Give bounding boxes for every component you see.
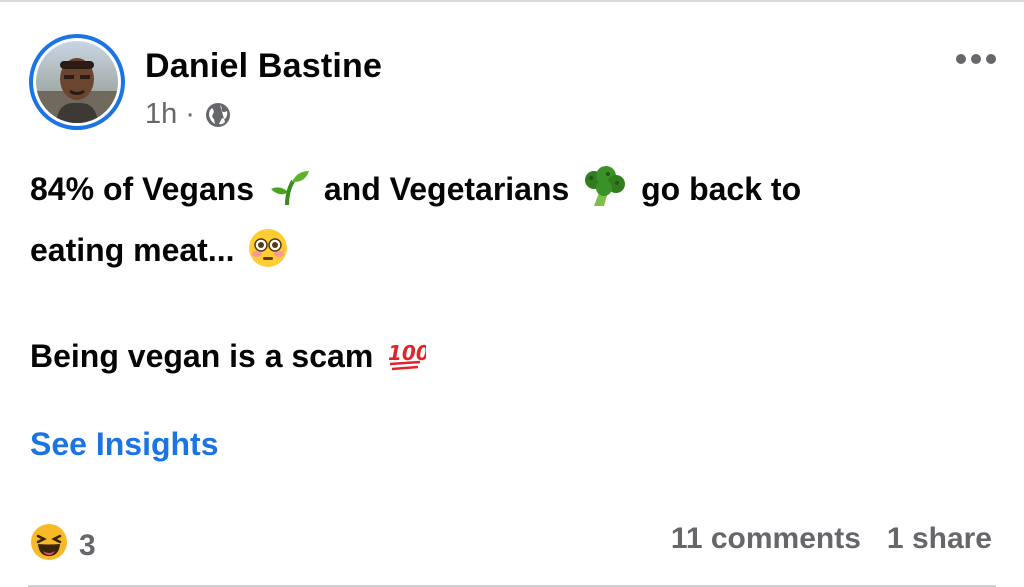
haha-reaction-icon [29,522,69,570]
engagement-stats: 11 comments 1 share [671,522,992,556]
globe-icon[interactable] [203,100,233,130]
comments-count-link[interactable]: 11 comments [671,522,861,556]
post-card: Daniel Bastine 1h · 84% of Vegans and Ve… [0,0,1024,587]
author-name[interactable]: Daniel Bastine [145,47,382,86]
text-segment: 84% of Vegans [30,170,255,207]
post-meta: 1h · [145,98,233,131]
text-segment: Being vegan is a scam [30,337,374,374]
hundred-points-emoji: 100 [386,334,430,383]
text-segment: go back to [641,170,802,207]
shares-count-link[interactable]: 1 share [887,522,992,556]
post-time[interactable]: 1h [145,98,177,131]
reaction-count: 3 [79,529,96,562]
post-text-line-1: 84% of Vegans and Vegetarians go back to [30,166,801,217]
text-segment: and Vegetarians [323,170,570,207]
flushed-face-emoji [247,227,289,278]
reactions-summary[interactable]: 3 [29,522,96,570]
more-options-icon[interactable] [956,48,996,70]
post-text-line-3: Being vegan is a scam 100 [30,334,430,383]
see-insights-link[interactable]: See Insights [30,426,219,463]
avatar-photo [36,41,118,123]
seedling-emoji [267,167,311,216]
svg-text:100: 100 [388,341,426,365]
author-avatar[interactable] [29,34,125,130]
post-text-line-2: eating meat... [30,227,293,278]
text-segment: eating meat... [30,231,235,268]
broccoli-emoji [582,166,628,217]
meta-separator: · [185,98,195,130]
